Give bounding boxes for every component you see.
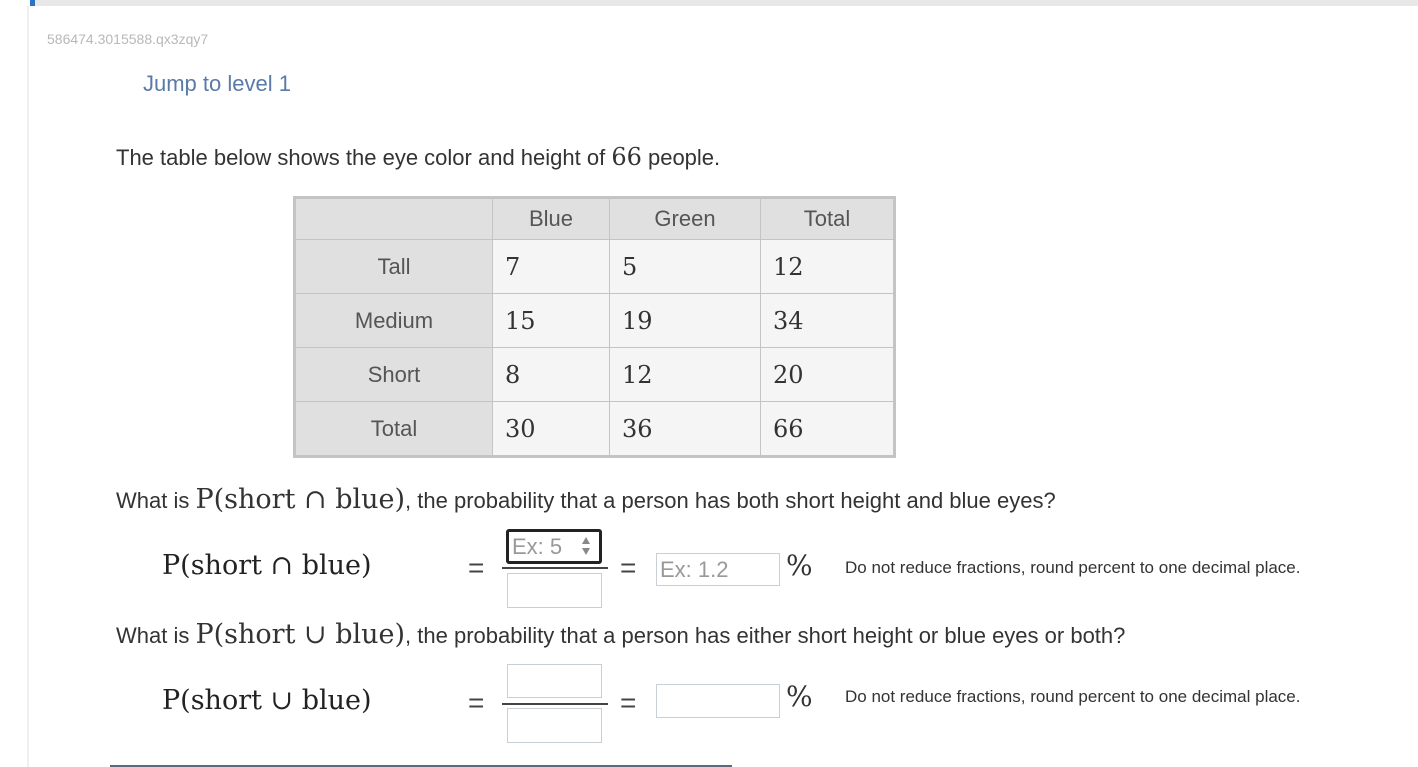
eye-height-table: Blue Green Total Tall 7 5 12 Medium 15 1… — [293, 196, 896, 458]
left-border — [27, 6, 29, 767]
people-count: 66 — [611, 143, 642, 171]
q2-prefix: What is — [116, 623, 196, 648]
row-label-tall: Tall — [294, 239, 493, 294]
spinner-down-icon[interactable] — [582, 548, 590, 555]
q1-equals-sign-2: = — [620, 552, 637, 583]
q2-percent-input[interactable] — [656, 684, 780, 718]
intro-prefix: The table below shows the eye color and … — [116, 145, 612, 170]
q1-percent-sign: % — [786, 549, 813, 582]
intro-text: The table below shows the eye color and … — [116, 143, 720, 171]
table-cell: 12 — [760, 239, 895, 294]
table-cell: 12 — [609, 347, 761, 402]
q1-numerator-spinner[interactable] — [581, 535, 591, 559]
q2-suffix: , the probability that a person has eith… — [405, 623, 1126, 648]
table-row: Tall 7 5 12 — [294, 239, 895, 294]
q2-equals-sign: = — [468, 687, 485, 718]
intro-suffix: people. — [641, 145, 721, 170]
q1-instruction-note: Do not reduce fractions, round percent t… — [845, 558, 1301, 577]
table-cell: 20 — [760, 347, 895, 402]
spinner-up-icon[interactable] — [582, 537, 590, 544]
q2-denominator-input[interactable] — [507, 708, 602, 743]
table-cell: 66 — [760, 401, 895, 457]
question-id: 586474.3015588.qx3zqy7 — [47, 31, 209, 47]
jump-to-level-link[interactable]: Jump to level 1 — [143, 71, 291, 97]
table-header-blue: Blue — [492, 197, 610, 240]
table-row: Short 8 12 20 — [294, 347, 895, 402]
table-cell: 5 — [609, 239, 761, 294]
table-cell: 19 — [609, 293, 761, 348]
table-cell: 34 — [760, 293, 895, 348]
row-label-short: Short — [294, 347, 493, 402]
q1-prefix: What is — [116, 488, 196, 513]
table-header-total: Total — [760, 197, 895, 240]
table-cell: 36 — [609, 401, 761, 457]
table-row: Total 30 36 66 — [294, 401, 895, 457]
q2-numerator-input[interactable] — [507, 664, 602, 698]
table-header-green: Green — [609, 197, 761, 240]
q1-percent-input[interactable] — [656, 553, 780, 586]
table-row: Medium 15 19 34 — [294, 293, 895, 348]
q1-fraction-bar — [502, 567, 608, 569]
table-cell: 7 — [492, 239, 610, 294]
q1-equals-sign: = — [468, 552, 485, 583]
q2-percent-sign: % — [786, 680, 813, 713]
q2-probability-label: P(short ∪ blue) — [162, 685, 372, 716]
top-bar-accent — [30, 0, 35, 6]
q2-equals-sign-2: = — [620, 687, 637, 718]
table-cell: 8 — [492, 347, 610, 402]
q2-expression: P(short ∪ blue) — [195, 619, 406, 650]
question-1-text: What is P(short ∩ blue), the probability… — [116, 484, 1056, 515]
table-cell: 15 — [492, 293, 610, 348]
q1-probability-label: P(short ∩ blue) — [162, 550, 372, 581]
question-2-text: What is P(short ∪ blue), the probability… — [116, 619, 1125, 650]
q1-suffix: , the probability that a person has both… — [405, 488, 1056, 513]
row-label-medium: Medium — [294, 293, 493, 348]
table-header-corner — [294, 197, 493, 240]
q1-denominator-input[interactable] — [507, 573, 602, 608]
q1-expression: P(short ∩ blue) — [195, 484, 406, 515]
row-label-total: Total — [294, 401, 493, 457]
q2-instruction-note: Do not reduce fractions, round percent t… — [845, 687, 1301, 706]
q2-fraction-bar — [502, 703, 608, 705]
table-header-row: Blue Green Total — [294, 197, 895, 240]
top-bar — [30, 0, 1418, 6]
table-cell: 30 — [492, 401, 610, 457]
